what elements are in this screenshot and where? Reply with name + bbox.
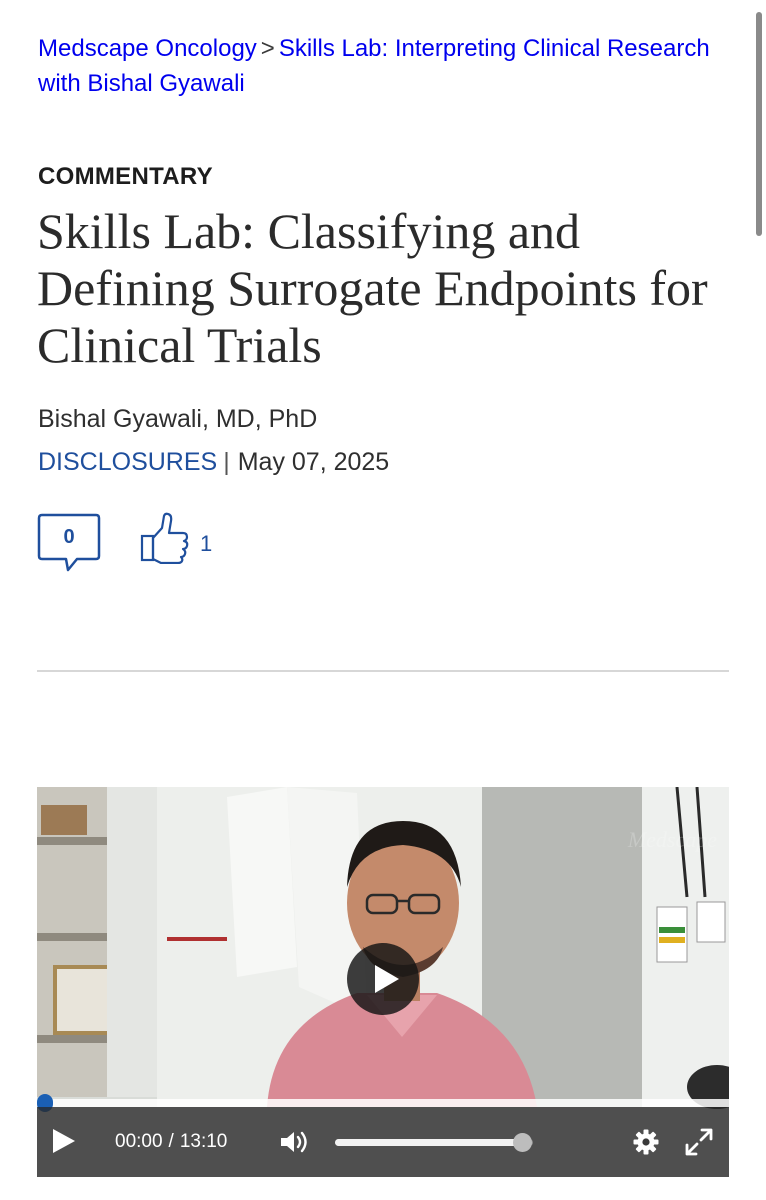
page-scrollbar[interactable] (756, 12, 762, 236)
thumbs-up-icon (140, 512, 189, 564)
breadcrumb-section-link[interactable]: Medscape Oncology (38, 35, 257, 62)
video-controls: 00:00/13:10 (37, 1107, 729, 1177)
volume-slider[interactable] (335, 1133, 533, 1152)
fullscreen-icon[interactable] (685, 1128, 713, 1156)
volume-handle[interactable] (513, 1133, 533, 1152)
video-player[interactable]: Medscape 00:00/13:10 (37, 787, 729, 1177)
volume-level (335, 1139, 524, 1146)
play-pause-button[interactable] (53, 1129, 75, 1153)
author-name: Bishal Gyawali, MD, PhD (38, 405, 318, 433)
page-title: Skills Lab: Classifying and Defining Sur… (37, 203, 708, 373)
section-divider (37, 670, 729, 672)
current-time: 00:00 (115, 1131, 163, 1152)
comment-count: 0 (63, 526, 75, 548)
publish-date: May 07, 2025 (237, 448, 390, 476)
video-watermark: Medscape (627, 827, 717, 852)
comments-button[interactable]: 0 (37, 513, 101, 573)
time-display: 00:00/13:10 (115, 1131, 227, 1153)
duration: 13:10 (179, 1131, 228, 1152)
disclosures-link[interactable]: DISCLOSURES (38, 448, 217, 476)
volume-icon[interactable] (279, 1129, 309, 1155)
time-separator: / (168, 1131, 174, 1152)
article-type-label: COMMENTARY (38, 163, 213, 190)
video-progress-bar[interactable] (37, 1094, 729, 1112)
meta-separator: | (223, 448, 230, 476)
breadcrumb: Medscape Oncology > Skills Lab: Interpreti… (38, 31, 718, 101)
gear-icon[interactable] (633, 1129, 659, 1155)
big-play-button[interactable] (347, 943, 419, 1015)
play-icon (375, 965, 399, 993)
like-count: 1 (200, 531, 213, 556)
breadcrumb-separator: > (260, 35, 275, 62)
article-meta: DISCLOSURES | May 07, 2025 (38, 448, 389, 477)
like-button[interactable]: 1 (140, 512, 220, 564)
